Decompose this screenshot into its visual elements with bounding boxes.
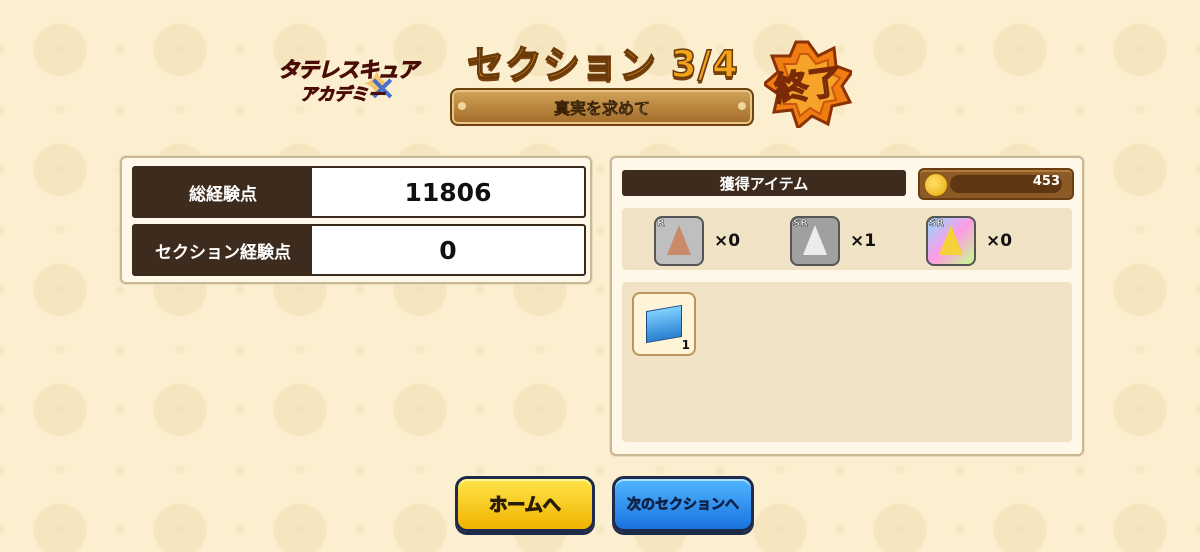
item-count: ×1: [850, 231, 877, 251]
total-exp-row: 総経験点 11806: [132, 166, 586, 218]
rank-label: R: [657, 218, 665, 229]
item-slot: SR ×1: [790, 216, 876, 266]
total-exp-value: 11806: [404, 177, 492, 207]
rank-label: SR: [793, 218, 808, 229]
reward-area: 1: [622, 282, 1072, 442]
home-button[interactable]: ホームへ: [455, 476, 595, 532]
section-exp-label: セクション経験点: [134, 226, 312, 274]
bar-ornament-left: [458, 102, 466, 110]
section-title: セクション 3/4: [466, 42, 739, 87]
item-count: ×0: [714, 231, 741, 251]
item-count: ×0: [986, 231, 1013, 251]
next-section-button[interactable]: 次のセクションへ: [612, 476, 754, 532]
logo-line2: アカデミー: [300, 85, 386, 106]
completed-badge: 終了: [764, 40, 852, 128]
section-exp-row: セクション経験点 0: [132, 224, 586, 276]
acquired-items-panel: 獲得アイテム 453 R ×0 SR ×1 SR ×0 1: [610, 156, 1084, 456]
game-logo: ✦ × タテレスキュア アカデミー: [272, 52, 422, 110]
silver-statue-icon: SR: [790, 216, 840, 266]
section-subtitle: 真実を求めて: [553, 99, 651, 119]
subtitle-bar: 真実を求めて: [450, 88, 754, 126]
coin-counter: 453: [918, 168, 1074, 200]
acquired-items-header: 獲得アイテム: [622, 170, 906, 196]
reward-count: 1: [681, 338, 690, 352]
coin-icon: [924, 173, 948, 197]
bronze-statue-icon: R: [654, 216, 704, 266]
item-slot: SR ×0: [926, 216, 1012, 266]
section-exp-value: 0: [439, 235, 457, 265]
coin-value: 453: [1032, 174, 1060, 189]
rank-label: SR: [929, 218, 944, 229]
experience-panel: 総経験点 11806 セクション経験点 0: [120, 156, 592, 284]
bar-ornament-right: [738, 102, 746, 110]
item-slot: R ×0: [654, 216, 740, 266]
total-exp-label: 総経験点: [134, 168, 312, 216]
crystal-cube-icon[interactable]: 1: [632, 292, 696, 356]
item-row: R ×0 SR ×1 SR ×0: [622, 208, 1072, 270]
gold-statue-icon: SR: [926, 216, 976, 266]
